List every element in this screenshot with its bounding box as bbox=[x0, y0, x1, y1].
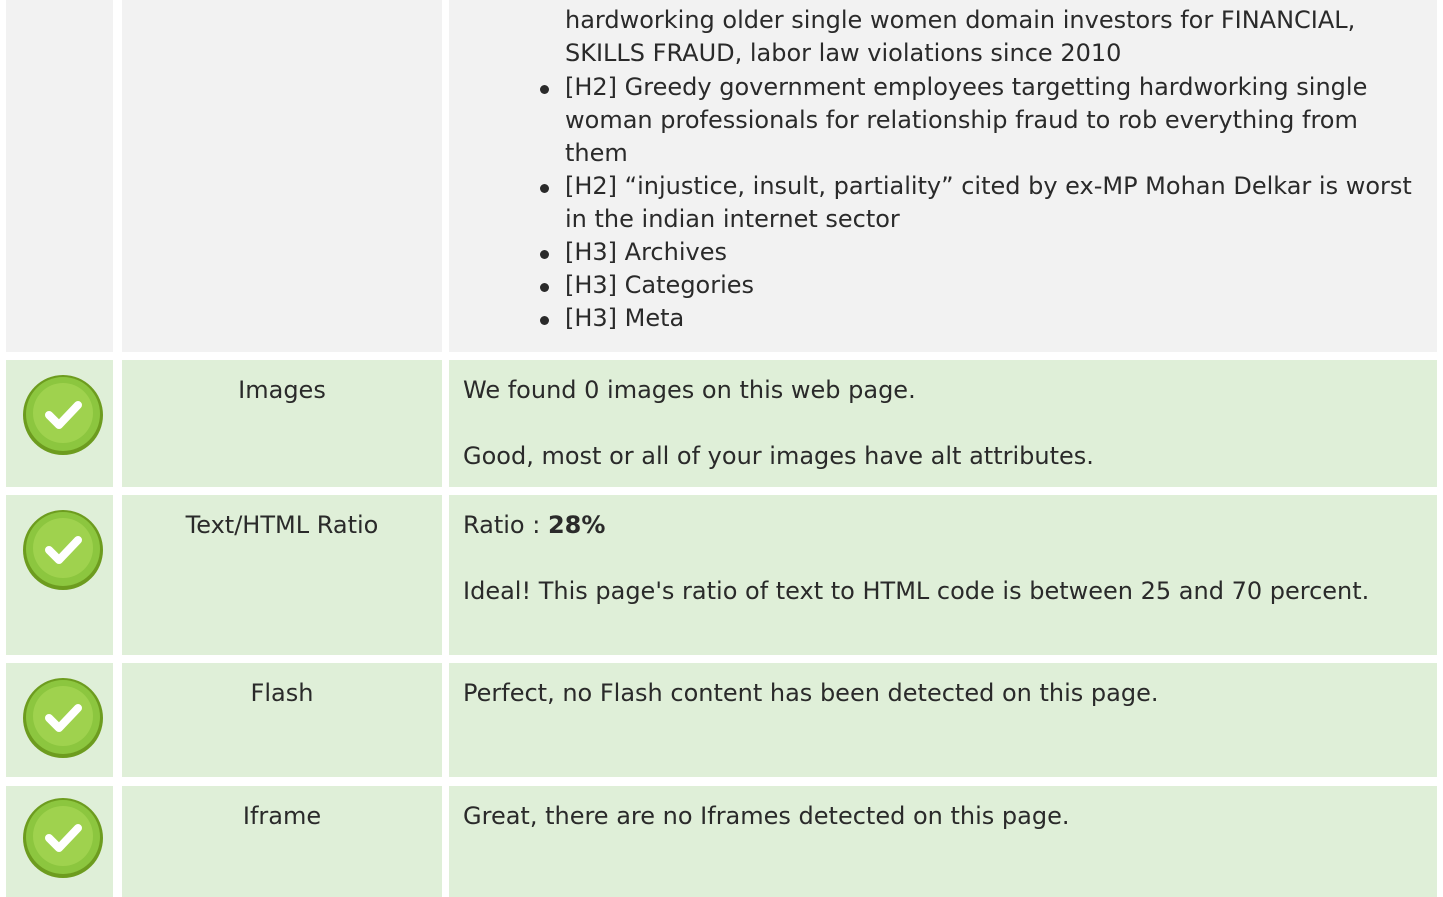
list-item: [H2] “injustice, insult, partiality” cit… bbox=[540, 170, 1415, 236]
iframe-details: Great, there are no Iframes detected on … bbox=[449, 786, 1437, 897]
images-alt-text: Good, most or all of your images have al… bbox=[463, 442, 1094, 470]
list-item: [H3] Archives bbox=[540, 236, 1415, 269]
images-details: We found 0 images on this web page. Good… bbox=[449, 360, 1437, 487]
flash-text: Perfect, no Flash content has been detec… bbox=[463, 679, 1159, 707]
iframe-label: Iframe bbox=[122, 786, 442, 897]
headings-label-cell bbox=[122, 0, 442, 352]
check-circle-icon bbox=[23, 678, 103, 758]
flash-details: Perfect, no Flash content has been detec… bbox=[449, 663, 1437, 777]
headings-continued-text: hardworking older single women domain in… bbox=[565, 6, 1356, 67]
iframe-text: Great, there are no Iframes detected on … bbox=[463, 802, 1070, 830]
seo-report-table: hardworking older single women domain in… bbox=[0, 0, 1443, 897]
check-circle-icon bbox=[23, 798, 103, 878]
headings-list: [H2] Greedy government employees targett… bbox=[540, 71, 1415, 335]
list-item: [H3] Categories bbox=[540, 269, 1415, 302]
iframe-status-cell bbox=[6, 786, 113, 897]
ratio-prefix: Ratio : bbox=[463, 511, 548, 539]
check-circle-icon bbox=[23, 375, 103, 455]
list-item: [H2] Greedy government employees targett… bbox=[540, 71, 1415, 170]
headings-icon-cell bbox=[6, 0, 113, 352]
headings-content-cell: hardworking older single women domain in… bbox=[449, 0, 1437, 352]
images-status-cell bbox=[6, 360, 113, 487]
ratio-status-cell bbox=[6, 495, 113, 655]
check-circle-icon bbox=[23, 510, 103, 590]
ratio-explanation: Ideal! This page's ratio of text to HTML… bbox=[463, 577, 1370, 605]
ratio-line: Ratio : 28% bbox=[463, 509, 1423, 542]
flash-status-cell bbox=[6, 663, 113, 777]
ratio-label: Text/HTML Ratio bbox=[122, 495, 442, 655]
list-item: [H3] Meta bbox=[540, 302, 1415, 335]
images-count-text: We found 0 images on this web page. bbox=[463, 376, 916, 404]
ratio-value: 28% bbox=[547, 511, 606, 539]
flash-label: Flash bbox=[122, 663, 442, 777]
images-label: Images bbox=[122, 360, 442, 487]
ratio-details: Ratio : 28% Ideal! This page's ratio of … bbox=[449, 495, 1437, 655]
